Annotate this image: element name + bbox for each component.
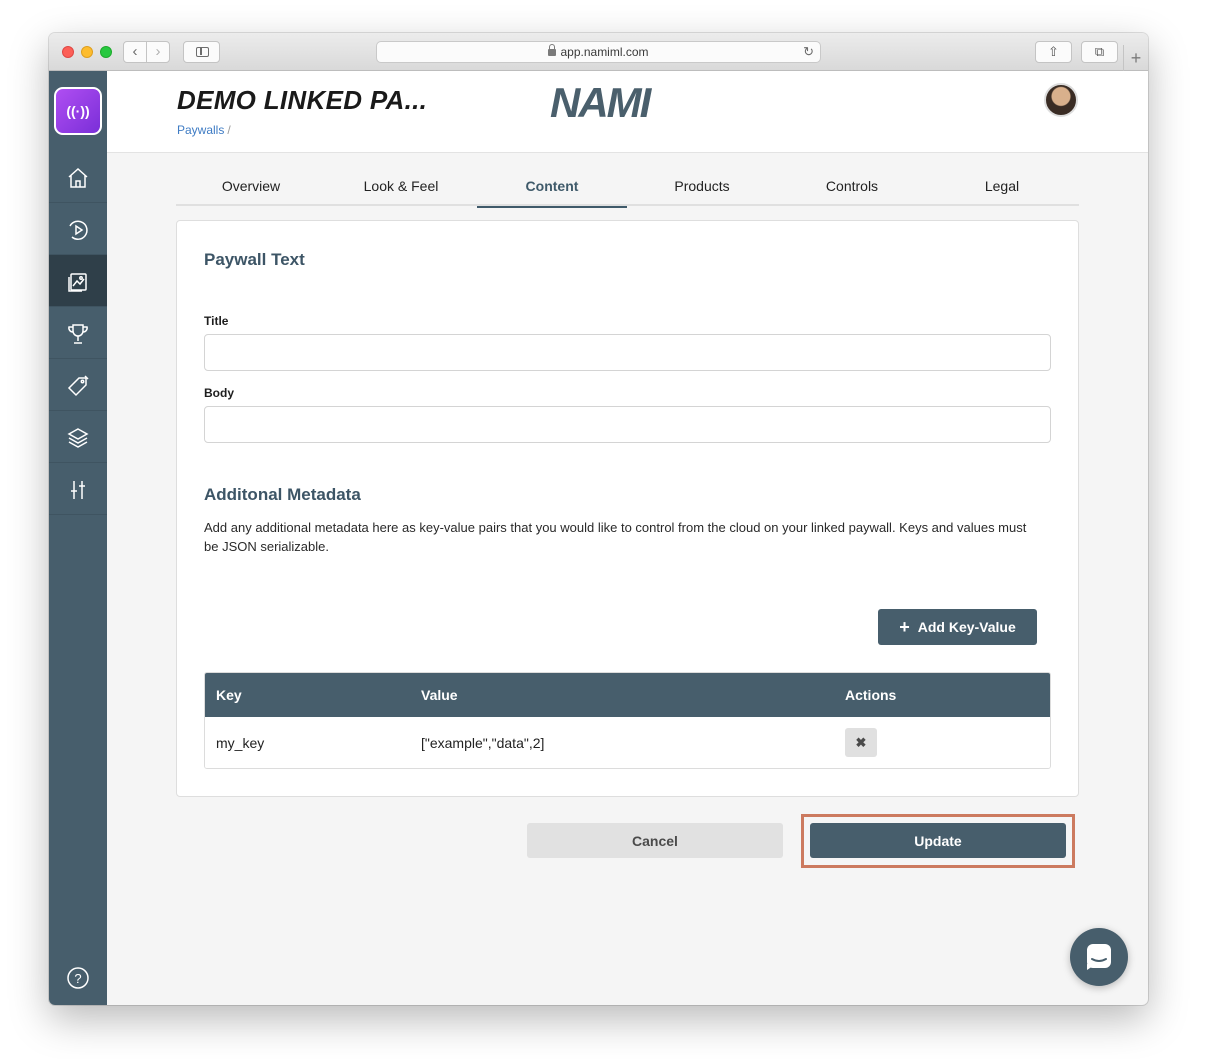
paywall-text-heading: Paywall Text [204, 250, 305, 269]
tag-icon [67, 375, 89, 396]
tab-legal[interactable]: Legal [927, 169, 1077, 206]
tab-overview[interactable]: Overview [176, 169, 326, 206]
delete-row-button[interactable]: ✖ [845, 728, 877, 757]
paywall-gallery-icon [68, 272, 87, 292]
body-label: Body [204, 386, 234, 400]
nami-logo: NAMI [550, 83, 655, 123]
column-header-key: Key [216, 687, 242, 703]
browser-window: ‹ › app.namiml.com ↻ ⇧ ⧉ + ((·)) ? DEMO … [49, 33, 1148, 1005]
tabs-icon: ⧉ [1094, 44, 1105, 59]
show-tabs-button[interactable]: ⧉ [1081, 41, 1118, 63]
column-header-actions: Actions [845, 687, 897, 703]
table-row: my_key ["example","data",2] ✖ [205, 717, 1050, 768]
tab-products[interactable]: Products [627, 169, 777, 206]
app-header: DEMO LINKED PA... Paywalls / NAMI [107, 71, 1148, 153]
breadcrumb: Paywalls / [177, 123, 231, 137]
avatar[interactable] [1044, 83, 1078, 117]
close-window-button[interactable] [62, 46, 74, 58]
tab-controls[interactable]: Controls [777, 169, 927, 206]
metadata-description: Add any additional metadata here as key-… [204, 520, 1027, 554]
sidebar-item-paywalls[interactable] [49, 255, 107, 307]
add-key-value-button[interactable]: + Add Key-Value [878, 609, 1037, 645]
title-label: Title [204, 314, 229, 328]
zoom-window-button[interactable] [100, 46, 112, 58]
sidebar-item-entitlements[interactable] [49, 411, 107, 463]
share-button[interactable]: ⇧ [1035, 41, 1072, 63]
back-button[interactable]: ‹ [123, 41, 147, 63]
content-card: Paywall Text Title Body Additonal Metada… [176, 220, 1079, 797]
page-title: DEMO LINKED PA... [177, 85, 428, 115]
lock-icon [548, 44, 557, 56]
forward-button[interactable]: › [146, 41, 170, 63]
metadata-heading: Additonal Metadata [204, 485, 361, 504]
cancel-button[interactable]: Cancel [527, 823, 783, 858]
svg-text:?: ? [74, 971, 81, 986]
breadcrumb-paywalls-link[interactable]: Paywalls [177, 123, 224, 137]
home-icon [68, 167, 88, 188]
title-input[interactable] [204, 334, 1051, 371]
tab-content[interactable]: Content [477, 169, 627, 208]
add-key-value-label: Add Key-Value [917, 618, 1016, 635]
sliders-icon [71, 480, 85, 499]
sidebar-toggle-button[interactable] [183, 41, 220, 63]
plus-icon: + [899, 616, 910, 637]
sidebar-item-campaigns[interactable] [49, 307, 107, 359]
metadata-table: Key Value Actions my_key ["example","dat… [204, 672, 1051, 769]
chat-icon [1087, 944, 1111, 970]
sidebar-item-products[interactable] [49, 359, 107, 411]
share-icon: ⇧ [1048, 44, 1059, 59]
minimize-window-button[interactable] [81, 46, 93, 58]
svg-text:NAMI: NAMI [550, 83, 653, 123]
tab-look-and-feel[interactable]: Look & Feel [326, 169, 476, 206]
update-button[interactable]: Update [810, 823, 1066, 858]
breadcrumb-separator: / [227, 123, 231, 137]
table-header: Key Value Actions [205, 673, 1050, 717]
sidebar-item-home[interactable] [49, 151, 107, 203]
help-icon: ? [67, 966, 89, 989]
app-logo[interactable]: ((·)) [54, 87, 102, 135]
address-bar[interactable]: app.namiml.com ↻ [376, 41, 821, 63]
trophy-icon [68, 323, 88, 344]
url-text: app.namiml.com [560, 45, 649, 59]
sidebar-icon [196, 47, 209, 57]
row-key: my_key [216, 735, 265, 751]
sidebar-item-settings[interactable] [49, 463, 107, 515]
new-tab-button[interactable]: + [1123, 45, 1148, 71]
row-value: ["example","data",2] [421, 735, 545, 751]
column-header-value: Value [421, 687, 458, 703]
sidebar-item-play[interactable] [49, 203, 107, 255]
sidebar-item-help[interactable]: ? [49, 951, 107, 1003]
reload-icon[interactable]: ↻ [803, 42, 814, 62]
layers-icon [67, 427, 89, 448]
app-sidebar: ((·)) ? [49, 71, 107, 1005]
play-icon [69, 220, 88, 240]
tab-bar: Overview Look & Feel Content Products Co… [176, 169, 1079, 208]
close-icon: ✖ [855, 735, 867, 750]
chat-launcher-button[interactable] [1070, 928, 1128, 986]
browser-toolbar: ‹ › app.namiml.com ↻ ⇧ ⧉ + [49, 33, 1148, 71]
body-input[interactable] [204, 406, 1051, 443]
